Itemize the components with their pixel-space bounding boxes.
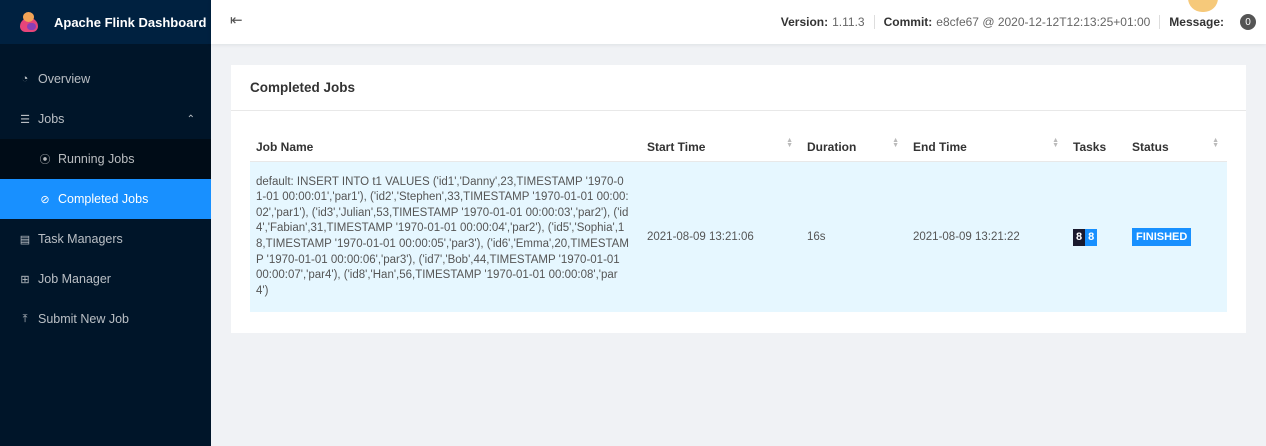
cluster-icon: ⊞ bbox=[20, 273, 30, 286]
dashboard-icon: ◔ bbox=[21, 73, 29, 85]
sidebar-item-jobs[interactable]: ☰ Jobs ⌃ bbox=[0, 99, 211, 139]
upload-icon: ⤒ bbox=[22, 312, 28, 325]
table-header: Job Name Start Time ▲ ▼ Duration ▲ ▼ End Tim… bbox=[250, 132, 1227, 162]
column-header-end-time[interactable]: End Time ▲ ▼ bbox=[907, 137, 1067, 154]
message-label[interactable]: Message: bbox=[1169, 15, 1224, 29]
tasks-finished-badge: 8 bbox=[1085, 228, 1098, 246]
sidebar-item-completed-jobs[interactable]: ⊘ Completed Jobs bbox=[0, 179, 211, 219]
column-header-start-time[interactable]: Start Time ▲ ▼ bbox=[641, 137, 801, 154]
status-cell: FINISHED bbox=[1126, 228, 1227, 246]
commit-value: e8cfe67 @ 2020-12-12T12:13:25+01:00 bbox=[936, 15, 1151, 29]
sidebar-item-label: Running Jobs bbox=[58, 152, 135, 166]
column-header-job-name[interactable]: Job Name bbox=[250, 140, 641, 154]
sidebar-item-label: Jobs bbox=[38, 112, 65, 126]
end-time-cell: 2021-08-09 13:21:22 bbox=[913, 231, 1020, 243]
play-circle-icon: ⦿ bbox=[39, 154, 51, 166]
sidebar-item-job-manager[interactable]: ⊞ Job Manager bbox=[0, 259, 211, 299]
flink-squirrel-icon bbox=[18, 11, 40, 33]
completed-jobs-card: Completed Jobs Job Name Start Time ▲ ▼ Dur… bbox=[231, 65, 1246, 333]
version-value: 1.11.3 bbox=[832, 15, 865, 29]
message-count-badge[interactable]: 0 bbox=[1240, 14, 1256, 30]
sidebar-item-overview[interactable]: ◔ Overview bbox=[0, 59, 211, 99]
tasks-cell: 8 8 bbox=[1067, 228, 1126, 246]
tasks-total-badge: 8 bbox=[1073, 228, 1086, 246]
sidebar-item-submit-new-job[interactable]: ⤒ Submit New Job bbox=[0, 299, 211, 339]
sidebar-item-label: Completed Jobs bbox=[58, 192, 149, 206]
duration-cell: 16s bbox=[807, 231, 826, 243]
column-header-duration[interactable]: Duration ▲ ▼ bbox=[801, 137, 907, 154]
app-title: Apache Flink Dashboard bbox=[54, 14, 207, 30]
menu-fold-icon[interactable]: ⇤ bbox=[230, 11, 243, 29]
sort-icon[interactable]: ▲ ▼ bbox=[1212, 137, 1219, 149]
status-badge: FINISHED bbox=[1132, 228, 1192, 246]
jobs-submenu: ⦿ Running Jobs ⊘ Completed Jobs bbox=[0, 139, 211, 219]
sidebar-menu: ◔ Overview ☰ Jobs ⌃ ⦿ Running Jobs ⊘ Com… bbox=[0, 59, 211, 339]
task-count-badges: 8 8 bbox=[1073, 228, 1126, 246]
top-header: ⇤ Version: 1.11.3 Commit: e8cfe67 @ 2020… bbox=[211, 0, 1266, 44]
schedule-icon: ▤ bbox=[19, 233, 31, 246]
version-info: Version: 1.11.3 Commit: e8cfe67 @ 2020-1… bbox=[781, 0, 1256, 44]
completed-jobs-table: Job Name Start Time ▲ ▼ Duration ▲ ▼ End Tim… bbox=[250, 132, 1227, 312]
sidebar-item-label: Overview bbox=[38, 72, 91, 86]
sidebar-item-running-jobs[interactable]: ⦿ Running Jobs bbox=[0, 139, 211, 179]
sidebar: Apache Flink Dashboard ◔ Overview ☰ Jobs… bbox=[0, 0, 211, 446]
chevron-up-icon: ⌃ bbox=[186, 113, 195, 125]
sort-icon[interactable]: ▲ ▼ bbox=[892, 137, 899, 149]
start-time-cell: 2021-08-09 13:21:06 bbox=[647, 231, 754, 243]
column-header-status[interactable]: Status ▲ ▼ bbox=[1126, 137, 1227, 154]
sort-icon[interactable]: ▲ ▼ bbox=[1052, 137, 1059, 149]
version-label: Version: bbox=[780, 15, 829, 29]
sidebar-item-label: Submit New Job bbox=[38, 312, 130, 326]
sidebar-item-label: Job Manager bbox=[38, 272, 111, 286]
app-logo[interactable]: Apache Flink Dashboard bbox=[0, 0, 211, 44]
job-name-cell: default: INSERT INTO t1 VALUES ('id1','D… bbox=[256, 175, 629, 297]
column-header-tasks: Tasks bbox=[1073, 139, 1107, 154]
check-circle-icon: ⊘ bbox=[40, 193, 50, 206]
card-title: Completed Jobs bbox=[231, 65, 1246, 111]
sidebar-item-label: Task Managers bbox=[38, 232, 123, 246]
list-icon: ☰ bbox=[20, 113, 30, 126]
sidebar-item-task-managers[interactable]: ▤ Task Managers bbox=[0, 219, 211, 259]
commit-label: Commit: bbox=[883, 15, 933, 29]
divider bbox=[873, 15, 875, 29]
sort-icon[interactable]: ▲ ▼ bbox=[786, 137, 793, 149]
divider bbox=[1159, 15, 1161, 29]
table-row[interactable]: default: INSERT INTO t1 VALUES ('id1','D… bbox=[250, 162, 1227, 312]
